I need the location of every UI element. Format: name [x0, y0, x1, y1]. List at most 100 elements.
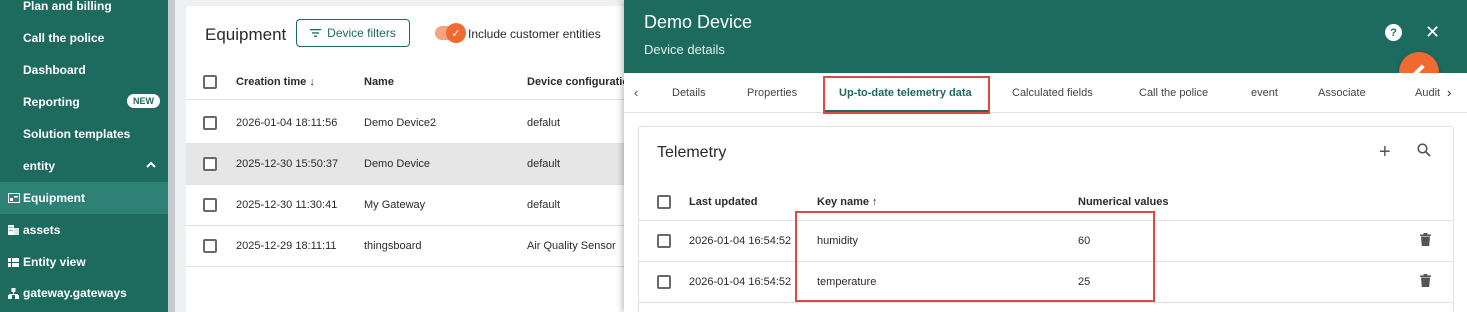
row-checkbox[interactable]: [203, 198, 217, 212]
chevron-right-icon[interactable]: ›: [1447, 85, 1451, 100]
key-name-cell: humidity: [817, 235, 858, 247]
sidebar-item-entity-view[interactable]: Entity view: [0, 246, 168, 278]
sidebar: Plan and billing Call the police Dashboa…: [0, 0, 168, 312]
gateway-icon: [8, 287, 22, 299]
tab-telemetry[interactable]: Up-to-date telemetry data: [839, 73, 972, 113]
name-cell: Demo Device: [364, 158, 431, 170]
sidebar-item-dashboard[interactable]: Dashboard: [0, 54, 168, 86]
device-filters-button[interactable]: Device filters: [296, 19, 410, 47]
sidebar-scrollbar[interactable]: [168, 0, 175, 312]
table-row[interactable]: 2025-12-30 15:50:37 Demo Device default: [186, 144, 646, 185]
select-all-checkbox[interactable]: [203, 74, 217, 89]
creation-time-cell: 2025-12-30 11:30:41: [236, 199, 338, 211]
panel-header: Demo Device Device details ? ✕: [624, 0, 1467, 73]
sidebar-item-label: Entity view: [23, 255, 86, 269]
sidebar-item-label: Plan and billing: [23, 0, 112, 13]
device-icon: [8, 193, 22, 203]
table-row[interactable]: 2026-01-04 16:54:52 humidity 60: [639, 221, 1453, 262]
tab-associate[interactable]: Associate: [1318, 73, 1366, 113]
row-checkbox[interactable]: [657, 275, 671, 289]
tab-audit[interactable]: Audit: [1415, 73, 1440, 113]
name-cell: thingsboard: [364, 240, 422, 252]
table-row[interactable]: 2026-01-04 16:54:52 temperature 25: [639, 262, 1453, 303]
creation-time-cell: 2025-12-30 15:50:37: [236, 158, 339, 170]
table-header: Creation time ↓ Name Device configuratio…: [186, 64, 646, 100]
creation-time-cell: 2026-01-04 18:11:56: [236, 117, 338, 129]
sidebar-item-reporting[interactable]: Reporting NEW: [0, 86, 168, 118]
select-all-checkbox[interactable]: [657, 194, 671, 209]
row-checkbox[interactable]: [203, 157, 217, 171]
help-icon[interactable]: ?: [1385, 24, 1402, 41]
panel-title: Demo Device: [644, 12, 753, 32]
close-icon[interactable]: ✕: [1425, 22, 1440, 42]
add-icon[interactable]: +: [1379, 141, 1391, 164]
column-name[interactable]: Name: [364, 76, 394, 88]
chevron-left-icon[interactable]: ‹: [634, 85, 638, 100]
tab-call-police[interactable]: Call the police: [1139, 73, 1208, 113]
sidebar-item-equipment[interactable]: Equipment: [0, 182, 168, 214]
sidebar-item-label: gateway.gateways: [23, 286, 127, 300]
sidebar-item-label: Solution templates: [23, 127, 131, 141]
sidebar-item-label: Reporting: [23, 95, 80, 109]
telemetry-card: Telemetry + Last updated Key name ↑ Nume…: [638, 126, 1454, 312]
sidebar-item-call-police[interactable]: Call the police: [0, 22, 168, 54]
sidebar-item-entity[interactable]: entity: [0, 150, 168, 182]
sidebar-item-label: Dashboard: [23, 63, 86, 77]
tab-calculated-fields[interactable]: Calculated fields: [1012, 73, 1093, 113]
name-cell: Demo Device2: [364, 117, 437, 129]
configuration-cell: defalut: [527, 117, 561, 129]
device-details-panel: Demo Device Device details ? ✕ ‹ Details…: [624, 0, 1467, 312]
name-cell: My Gateway: [364, 199, 426, 211]
row-checkbox[interactable]: [657, 234, 671, 248]
check-icon: ✓: [446, 23, 466, 43]
configuration-cell: Air Quality Sensor: [527, 240, 616, 252]
configuration-cell: default: [527, 158, 561, 170]
trash-icon[interactable]: [1420, 233, 1431, 249]
tab-event[interactable]: event: [1251, 73, 1278, 113]
sidebar-item-label: entity: [23, 159, 56, 173]
include-customer-toggle[interactable]: ✓: [435, 23, 466, 43]
value-cell: 25: [1078, 276, 1091, 288]
row-checkbox[interactable]: [203, 116, 217, 130]
value-cell: 60: [1078, 235, 1091, 247]
table-row[interactable]: 2025-12-29 18:11:11 thingsboard Air Qual…: [186, 226, 646, 267]
equipment-card: Equipment Device filters ✓ Include custo…: [186, 6, 646, 312]
panel-subtitle: Device details: [644, 42, 725, 57]
device-filters-label: Device filters: [327, 26, 396, 40]
chevron-up-icon[interactable]: [146, 159, 156, 171]
telemetry-title: Telemetry: [657, 144, 727, 161]
sidebar-item-label: Equipment: [23, 191, 85, 205]
creation-time-cell: 2025-12-29 18:11:11: [236, 240, 337, 252]
filter-icon: [310, 26, 322, 40]
sidebar-item-assets[interactable]: assets: [0, 214, 168, 246]
active-tab-indicator: [824, 110, 989, 112]
sidebar-item-solution-templates[interactable]: Solution templates: [0, 118, 168, 150]
tab-bar: ‹ Details Properties Up-to-date telemetr…: [624, 73, 1467, 113]
new-badge: NEW: [127, 94, 160, 108]
last-updated-cell: 2026-01-04 16:54:52: [689, 276, 792, 288]
entity-view-icon: [8, 257, 22, 267]
telemetry-table-header: Last updated Key name ↑ Numerical values: [639, 183, 1453, 221]
assets-icon: [8, 225, 22, 235]
sidebar-item-label: assets: [23, 223, 61, 237]
column-key-name[interactable]: Key name ↑: [817, 196, 878, 208]
sidebar-item-gateways[interactable]: gateway.gateways: [0, 277, 168, 309]
key-name-cell: temperature: [817, 276, 877, 288]
column-device-configuration[interactable]: Device configuration: [527, 76, 636, 88]
sidebar-item-label: Call the police: [23, 31, 105, 45]
search-icon[interactable]: [1417, 143, 1431, 162]
configuration-cell: default: [527, 199, 561, 211]
column-numerical-values[interactable]: Numerical values: [1078, 196, 1169, 208]
sidebar-item-plan-billing[interactable]: Plan and billing: [0, 0, 168, 22]
include-customer-label: Include customer entities: [468, 27, 601, 41]
page-title: Equipment: [205, 25, 287, 44]
row-checkbox[interactable]: [203, 239, 217, 253]
column-last-updated[interactable]: Last updated: [689, 196, 757, 208]
last-updated-cell: 2026-01-04 16:54:52: [689, 235, 792, 247]
tab-properties[interactable]: Properties: [747, 73, 797, 113]
tab-details[interactable]: Details: [672, 73, 706, 113]
table-row[interactable]: 2026-01-04 18:11:56 Demo Device2 defalut: [186, 103, 646, 144]
table-row[interactable]: 2025-12-30 11:30:41 My Gateway default: [186, 185, 646, 226]
trash-icon[interactable]: [1420, 274, 1431, 290]
column-creation-time[interactable]: Creation time ↓: [236, 76, 315, 88]
